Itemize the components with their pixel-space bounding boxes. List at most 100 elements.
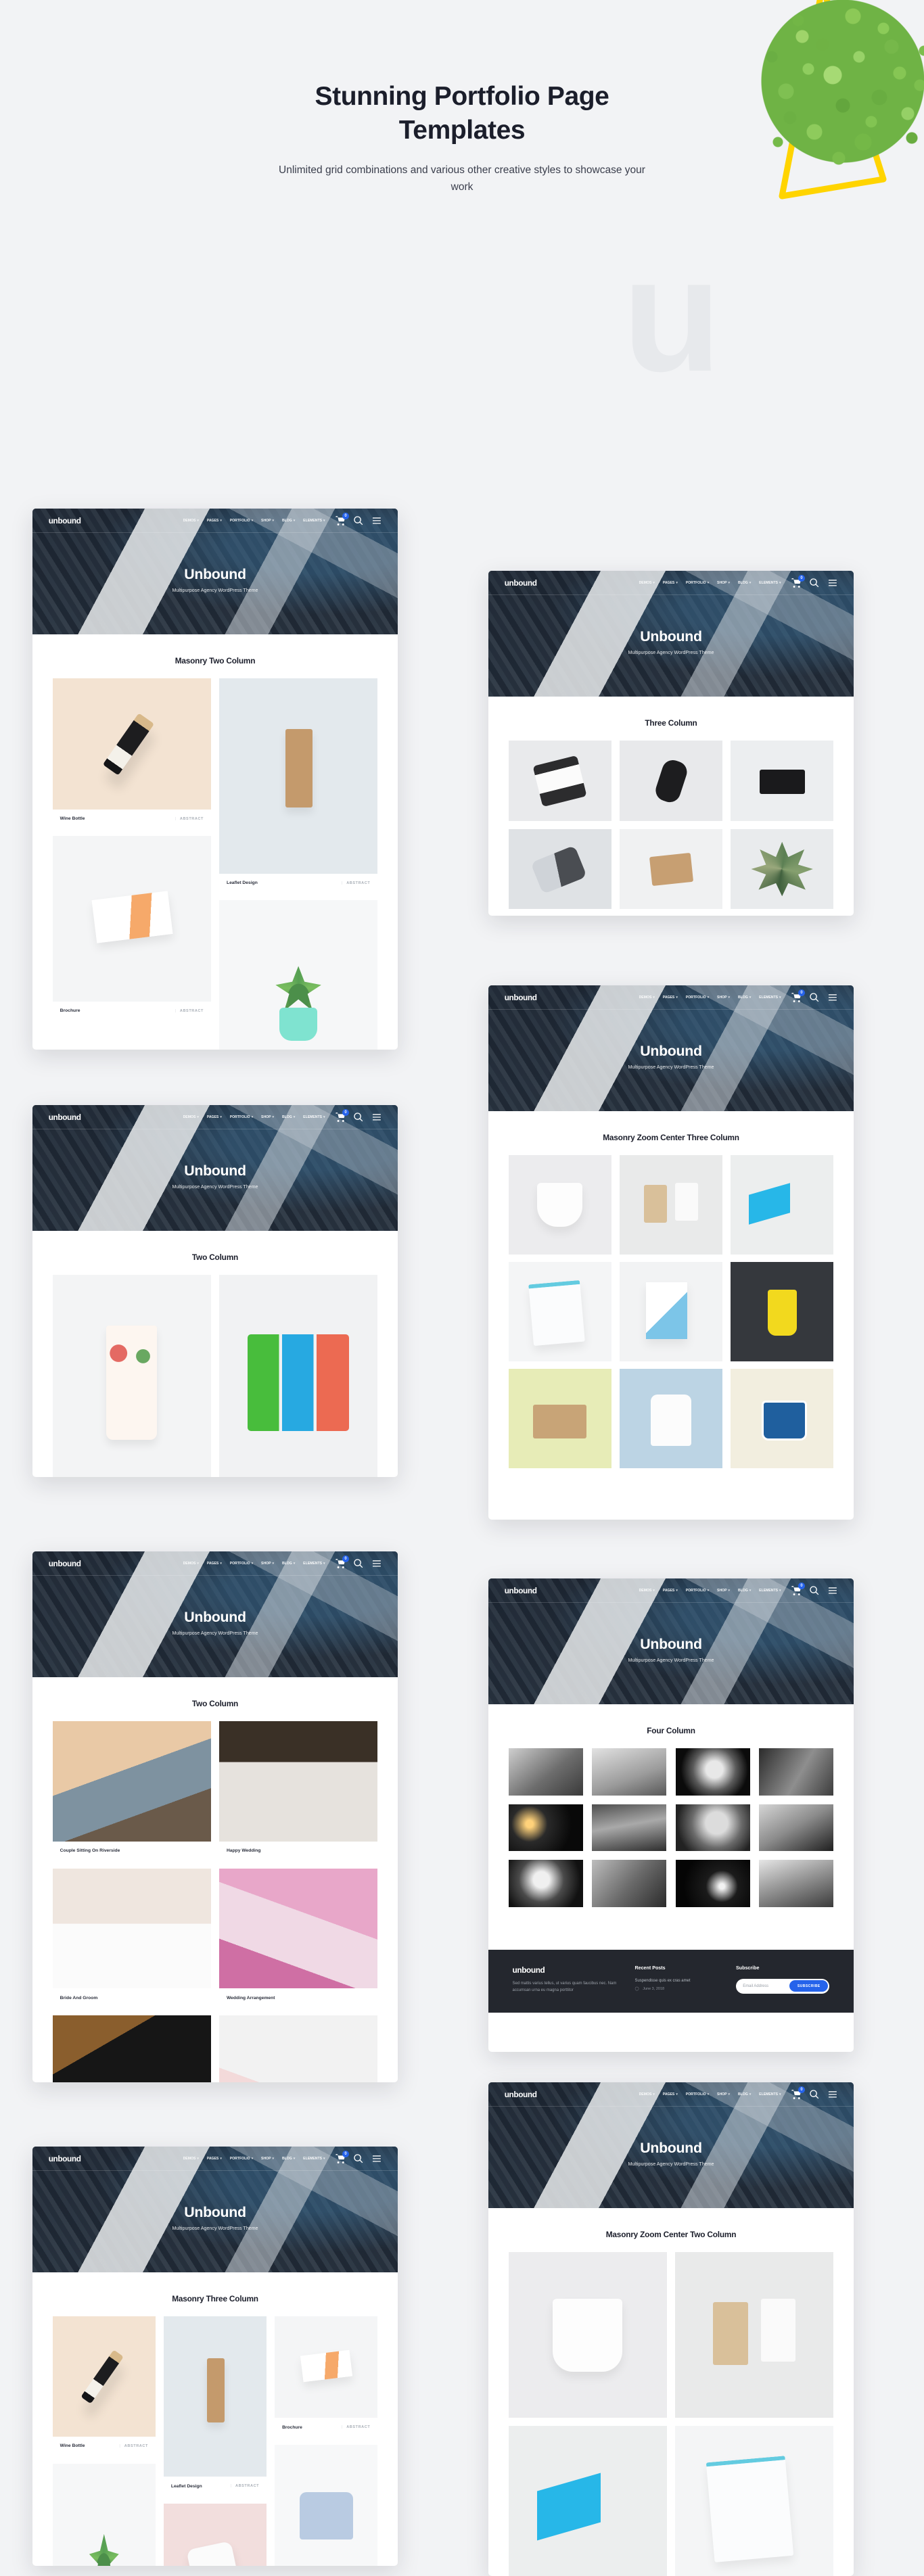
portfolio-item-thumbnail[interactable]	[620, 1369, 722, 1468]
hamburger-menu-icon[interactable]	[371, 515, 382, 526]
nav-link-shop[interactable]: SHOP▾	[717, 1589, 730, 1593]
hamburger-menu-icon[interactable]	[827, 2089, 838, 2100]
portfolio-item[interactable]: Bridal Bouquet	[219, 2015, 377, 2083]
portfolio-item[interactable]: Flower Tub |ABSTRACT	[219, 900, 377, 1050]
cart-button[interactable]: 0	[335, 515, 346, 526]
nav-link-demos[interactable]: DEMOS▾	[639, 996, 655, 1000]
portfolio-item-thumbnail[interactable]	[620, 741, 722, 821]
portfolio-item[interactable]	[620, 829, 722, 910]
portfolio-item-thumbnail[interactable]	[731, 829, 833, 910]
portfolio-item-thumbnail[interactable]	[592, 1860, 666, 1906]
portfolio-item[interactable]: Bride And Groom	[53, 1869, 211, 2007]
nav-link-portfolio[interactable]: PORTFOLIO▾	[686, 1589, 709, 1593]
hamburger-menu-icon[interactable]	[371, 2153, 382, 2164]
portfolio-item[interactable]	[509, 2426, 667, 2576]
site-brand-logo[interactable]: unbound	[505, 2090, 537, 2099]
nav-link-demos[interactable]: DEMOS▾	[183, 519, 199, 523]
portfolio-item-thumbnail[interactable]	[509, 1369, 611, 1468]
nav-link-pages[interactable]: PAGES▾	[207, 519, 222, 523]
portfolio-item[interactable]	[731, 741, 833, 821]
portfolio-item-thumbnail[interactable]	[53, 1275, 211, 1477]
nav-link-demos[interactable]: DEMOS▾	[183, 1115, 199, 1119]
portfolio-item-thumbnail[interactable]	[509, 2426, 667, 2576]
portfolio-item[interactable]	[759, 1748, 833, 1795]
portfolio-item-thumbnail[interactable]	[731, 741, 833, 821]
portfolio-item[interactable]	[731, 1155, 833, 1254]
portfolio-item-thumbnail[interactable]	[219, 1721, 377, 1842]
cart-button[interactable]: 0	[791, 577, 802, 588]
portfolio-item-thumbnail[interactable]	[53, 1869, 211, 1989]
search-icon[interactable]	[353, 515, 364, 526]
portfolio-item[interactable]: Couple Sitting On Riverside	[53, 1721, 211, 1860]
template-card-masonry-zoom-center-three-column[interactable]: unbound DEMOS▾ PAGES▾ PORTFOLIO▾ SHOP▾ B…	[488, 985, 854, 1520]
nav-link-blog[interactable]: BLOG▾	[738, 2092, 751, 2097]
nav-link-blog[interactable]: BLOG▾	[738, 581, 751, 585]
template-card-masonry-two-column[interactable]: unbound DEMOS▾ PAGES▾ PORTFOLIO▾ SHOP▾ B…	[32, 509, 398, 1050]
portfolio-item-thumbnail[interactable]	[759, 1804, 833, 1851]
portfolio-item-thumbnail[interactable]	[731, 1155, 833, 1254]
portfolio-item[interactable]: Brochure |ABSTRACT	[275, 2316, 377, 2437]
portfolio-item-thumbnail[interactable]	[509, 829, 611, 910]
nav-link-blog[interactable]: BLOG▾	[282, 1562, 295, 1566]
portfolio-item[interactable]	[731, 1262, 833, 1361]
nav-link-pages[interactable]: PAGES▾	[663, 996, 678, 1000]
portfolio-item[interactable]: Brochure |ABSTRACT	[53, 836, 211, 1020]
nav-link-shop[interactable]: SHOP▾	[717, 996, 730, 1000]
portfolio-item[interactable]	[620, 1369, 722, 1468]
template-card-two-column-wedding[interactable]: unbound DEMOS▾ PAGES▾ PORTFOLIO▾ SHOP▾ B…	[32, 1551, 398, 2082]
portfolio-item[interactable]	[731, 1369, 833, 1468]
site-brand-logo[interactable]: unbound	[505, 578, 537, 588]
portfolio-item[interactable]	[592, 1860, 666, 1906]
portfolio-item-thumbnail[interactable]	[731, 1262, 833, 1361]
portfolio-item[interactable]	[509, 1155, 611, 1254]
site-brand-logo[interactable]: unbound	[49, 516, 81, 525]
nav-link-demos[interactable]: DEMOS▾	[183, 2157, 199, 2161]
search-icon[interactable]	[809, 578, 820, 588]
nav-link-shop[interactable]: SHOP▾	[717, 2092, 730, 2097]
portfolio-item[interactable]: Brand Minute |ABSTRACT	[164, 2504, 267, 2567]
nav-link-elements[interactable]: ELEMENTS▾	[759, 581, 781, 585]
nav-link-elements[interactable]: ELEMENTS▾	[303, 2157, 325, 2161]
portfolio-item[interactable]: Wine Bottle |ABSTRACT	[53, 2316, 156, 2455]
portfolio-item[interactable]	[620, 741, 722, 821]
nav-link-pages[interactable]: PAGES▾	[207, 2157, 222, 2161]
portfolio-item[interactable]	[676, 1748, 750, 1795]
search-icon[interactable]	[809, 1585, 820, 1596]
cart-button[interactable]: 0	[791, 2088, 802, 2100]
portfolio-item-thumbnail[interactable]	[676, 1804, 750, 1851]
footer-brand-logo[interactable]: unbound	[513, 1965, 619, 1975]
nav-link-portfolio[interactable]: PORTFOLIO▾	[686, 581, 709, 585]
nav-link-demos[interactable]: DEMOS▾	[639, 2092, 655, 2097]
portfolio-item[interactable]	[759, 1860, 833, 1906]
nav-link-portfolio[interactable]: PORTFOLIO▾	[230, 519, 253, 523]
portfolio-item[interactable]	[509, 741, 611, 821]
portfolio-item[interactable]: Wedding Shoes	[53, 2015, 211, 2083]
portfolio-item[interactable]: Wine Bottle |ABSTRACT	[53, 678, 211, 828]
nav-link-blog[interactable]: BLOG▾	[282, 519, 295, 523]
portfolio-item-thumbnail[interactable]	[219, 1275, 377, 1477]
portfolio-item[interactable]	[509, 1262, 611, 1361]
email-field[interactable]: Email Address	[743, 1984, 789, 1988]
portfolio-item[interactable]	[509, 1860, 583, 1906]
site-brand-logo[interactable]: unbound	[49, 1559, 81, 1568]
portfolio-item-thumbnail[interactable]	[731, 1369, 833, 1468]
template-card-three-column[interactable]: unbound DEMOS▾ PAGES▾ PORTFOLIO▾ SHOP▾ B…	[488, 571, 854, 916]
portfolio-item[interactable]	[675, 2252, 833, 2418]
cart-button[interactable]: 0	[335, 1111, 346, 1123]
portfolio-item[interactable]	[509, 1804, 583, 1851]
portfolio-item-thumbnail[interactable]	[620, 1155, 722, 1254]
portfolio-item[interactable]: Leaflet Design |ABSTRACT	[164, 2316, 267, 2496]
portfolio-item[interactable]	[731, 829, 833, 910]
portfolio-item-thumbnail[interactable]	[219, 678, 377, 873]
portfolio-item[interactable]: Flower Tub |ABSTRACT	[53, 2464, 156, 2567]
subscribe-button[interactable]: SUBSCRIBE	[789, 1980, 828, 1992]
portfolio-item-thumbnail[interactable]	[509, 1804, 583, 1851]
footer-recent-post-link[interactable]: Suspendisse quis ex cras amet	[635, 1979, 720, 1983]
cart-button[interactable]: 0	[335, 1558, 346, 1569]
search-icon[interactable]	[353, 1112, 364, 1123]
portfolio-item-thumbnail[interactable]	[676, 1748, 750, 1795]
nav-link-blog[interactable]: BLOG▾	[282, 2157, 295, 2161]
portfolio-item[interactable]: Wedding Arrangement	[219, 1869, 377, 2007]
portfolio-item-thumbnail[interactable]	[620, 829, 722, 910]
nav-link-pages[interactable]: PAGES▾	[207, 1562, 222, 1566]
